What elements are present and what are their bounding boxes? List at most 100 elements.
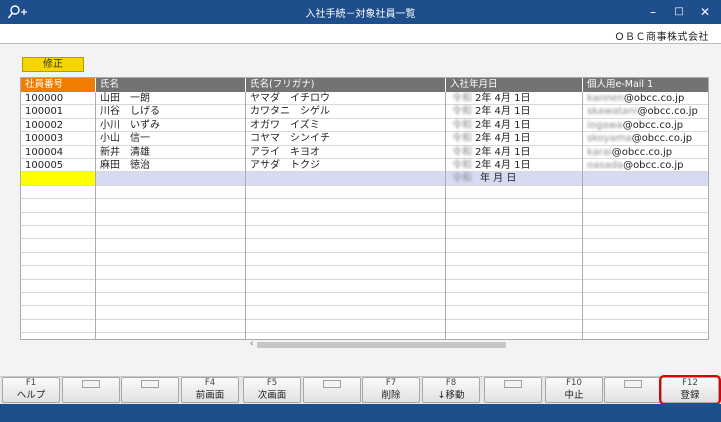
- hire-date-cell[interactable]: 令和 2年 4月 1日: [446, 92, 582, 105]
- column-header-employee-id[interactable]: 社員番号: [21, 78, 96, 92]
- fkey-f1-button[interactable]: F1 ヘルプ: [2, 377, 60, 403]
- employee-id-cell[interactable]: 100000: [21, 92, 95, 105]
- email-cell[interactable]: iogawa@obcc.co.jp: [583, 119, 708, 132]
- fkey-number: F7: [385, 378, 397, 388]
- email-cell[interactable]: karai@obcc.co.jp: [583, 146, 708, 159]
- fkey-blank-button[interactable]: [484, 377, 542, 403]
- table-row[interactable]: 令和年 月 日: [21, 172, 708, 186]
- fkey-label: ヘルプ: [16, 390, 46, 401]
- name-cell[interactable]: 山田 一朗: [96, 92, 245, 105]
- scroll-left-icon[interactable]: ‹: [250, 339, 254, 349]
- table-row[interactable]: [21, 306, 708, 320]
- scrollbar-thumb[interactable]: [257, 342, 506, 348]
- fkey-number: F4: [204, 378, 216, 388]
- table-row[interactable]: [21, 320, 708, 334]
- email-domain-text: @obcc.co.jp: [623, 160, 684, 171]
- email-domain-text: @obcc.co.jp: [631, 133, 693, 145]
- hire-date-cell[interactable]: 令和 2年 4月 1日: [446, 146, 582, 159]
- fkey-f5-button[interactable]: F5 次画面: [243, 377, 301, 403]
- table-row[interactable]: [21, 253, 708, 267]
- kana-cell[interactable]: [246, 172, 445, 185]
- table-row[interactable]: [21, 226, 708, 240]
- fkey-number: F1: [25, 378, 37, 388]
- maximize-icon[interactable]: □: [668, 3, 690, 21]
- table-row[interactable]: 100000 山田 一朗 ヤマダ イチロウ 令和 2年 4月 1日 kannen@obcc…: [21, 92, 708, 106]
- employee-id-cell[interactable]: 100001: [21, 105, 95, 118]
- employee-id-cell[interactable]: 100005: [21, 159, 95, 172]
- kana-cell[interactable]: カワタニ シゲル: [246, 105, 445, 118]
- fkey-blank-button[interactable]: [121, 377, 179, 403]
- table-row[interactable]: 100003 小山 信一 コヤマ シンイチ 令和 2年 4月 1日 skoyama@obc…: [21, 132, 708, 146]
- fkey-f12-button[interactable]: F12 登録: [659, 375, 721, 405]
- column-divider: [245, 92, 246, 339]
- name-cell[interactable]: 新井 清雄: [96, 146, 245, 159]
- fkey-label: 中止: [564, 390, 584, 401]
- fkey-f10-button[interactable]: F10 中止: [545, 377, 603, 403]
- table-row[interactable]: [21, 186, 708, 200]
- fkey-number: F8: [445, 378, 457, 388]
- fkey-blank-button[interactable]: [604, 377, 662, 403]
- close-icon[interactable]: ✕: [694, 3, 716, 21]
- fkey-label: ↓移動: [437, 390, 465, 401]
- table-row[interactable]: [21, 293, 708, 307]
- date-text: 2年 4月 1日: [475, 146, 531, 158]
- table-row[interactable]: [21, 280, 708, 293]
- table-row[interactable]: 100004 新井 清雄 アライ キヨオ 令和 2年 4月 1日 karai@obcc.c…: [21, 146, 708, 159]
- employee-id-cell[interactable]: 100002: [21, 119, 95, 132]
- fkey-f8-button[interactable]: F8 ↓移動: [422, 377, 480, 403]
- email-domain-text: @obcc.co.jp: [637, 106, 698, 118]
- fkey-f4-button[interactable]: F4 前画面: [181, 377, 239, 403]
- minimize-icon[interactable]: –: [642, 3, 664, 21]
- email-cell[interactable]: [583, 172, 708, 185]
- email-cell[interactable]: kannen@obcc.co.jp: [583, 92, 708, 105]
- email-cell[interactable]: skawatani@obcc.co.jp: [583, 105, 708, 118]
- window-title: 入社手続－対象社員一覧: [305, 9, 416, 20]
- new-employee-id-cell[interactable]: [21, 172, 95, 186]
- era-text: 令和: [452, 93, 472, 104]
- column-header-name[interactable]: 氏名: [96, 78, 246, 92]
- table-row[interactable]: [21, 213, 708, 226]
- edit-button[interactable]: 修正: [22, 57, 84, 72]
- kana-cell[interactable]: コヤマ シンイチ: [246, 132, 445, 145]
- column-divider: [445, 92, 446, 339]
- kana-cell[interactable]: オガワ イズミ: [246, 119, 445, 132]
- era-text: 令和: [452, 106, 472, 118]
- column-header-email[interactable]: 個人用e-Mail 1: [583, 78, 708, 92]
- column-header-kana[interactable]: 氏名(フリガナ): [246, 78, 446, 92]
- name-cell[interactable]: 小川 いずみ: [96, 119, 245, 132]
- email-cell[interactable]: oasada@obcc.co.jp: [583, 159, 708, 172]
- hire-date-cell[interactable]: 令和 2年 4月 1日: [446, 105, 582, 118]
- employee-id-cell[interactable]: 100004: [21, 146, 95, 159]
- table-row[interactable]: [21, 199, 708, 213]
- fkey-blank-button[interactable]: [62, 377, 120, 403]
- table-row[interactable]: 100002 小川 いずみ オガワ イズミ 令和 2年 4月 1日 iogawa@obcc…: [21, 119, 708, 133]
- column-header-hire-date[interactable]: 入社年月日: [446, 78, 583, 92]
- name-cell[interactable]: 川谷 しげる: [96, 105, 245, 118]
- email-cell[interactable]: skoyama@obcc.co.jp: [583, 132, 708, 145]
- fkey-label: 登録: [680, 390, 700, 401]
- table-row[interactable]: 100001 川谷 しげる カワタニ シゲル 令和 2年 4月 1日 skawatani@…: [21, 105, 708, 119]
- hire-date-cell[interactable]: 令和 2年 4月 1日: [446, 159, 582, 172]
- name-cell[interactable]: 小山 信一: [96, 132, 245, 145]
- email-user-text: iogawa: [587, 119, 623, 131]
- fkey-f7-button[interactable]: F7 削除: [362, 377, 420, 403]
- hire-date-cell[interactable]: 令和年 月 日: [446, 172, 582, 185]
- kana-cell[interactable]: ヤマダ イチロウ: [246, 92, 445, 105]
- employee-id-cell[interactable]: 100003: [21, 132, 95, 145]
- hire-date-cell[interactable]: 令和 2年 4月 1日: [446, 119, 582, 132]
- name-cell[interactable]: 麻田 徳治: [96, 159, 245, 172]
- fkey-blank-icon: [323, 380, 341, 388]
- table-row[interactable]: [21, 239, 708, 253]
- email-domain-text: @obcc.co.jp: [622, 119, 684, 131]
- era-text: 令和: [452, 146, 472, 158]
- kana-cell[interactable]: アサダ トクジ: [246, 159, 445, 172]
- name-cell[interactable]: [96, 172, 245, 185]
- kana-cell[interactable]: アライ キヨオ: [246, 146, 445, 159]
- table-row[interactable]: 100005 麻田 徳治 アサダ トクジ 令和 2年 4月 1日 oasada@obcc.…: [21, 159, 708, 173]
- fkey-blank-button[interactable]: [303, 377, 361, 403]
- hire-date-cell[interactable]: 令和 2年 4月 1日: [446, 132, 582, 145]
- date-text: 2年 4月 1日: [475, 106, 531, 118]
- horizontal-scrollbar[interactable]: ‹: [245, 339, 709, 350]
- date-text: 2年 4月 1日: [475, 93, 531, 104]
- table-row[interactable]: [21, 266, 708, 280]
